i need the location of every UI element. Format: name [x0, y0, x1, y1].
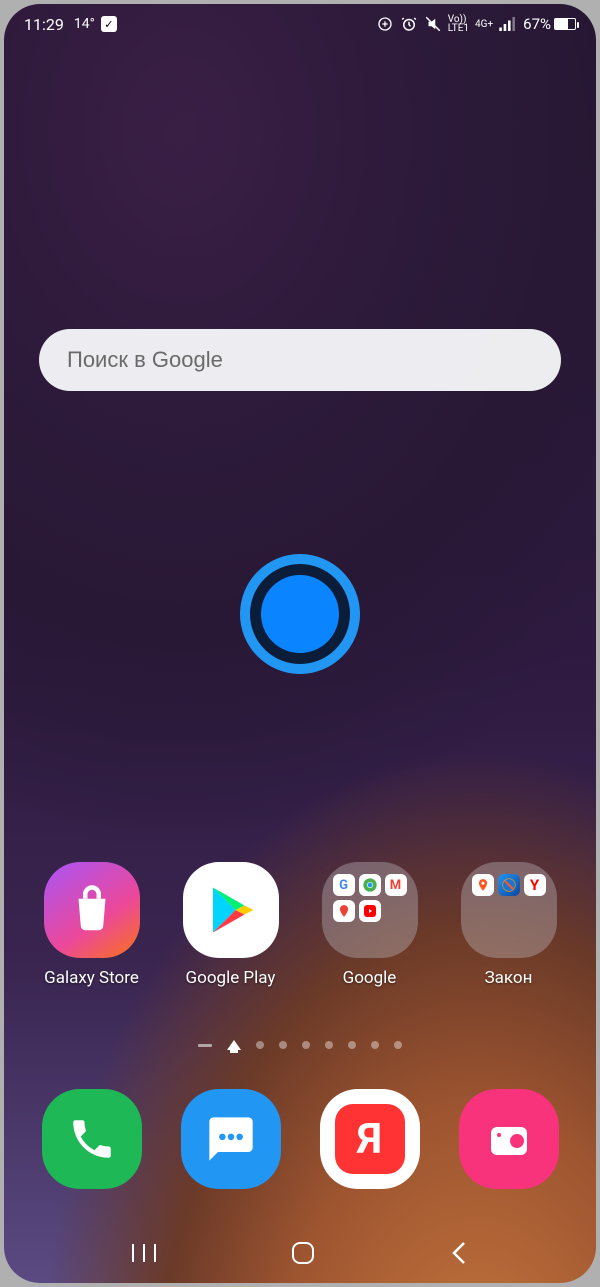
- google-play-icon: [183, 862, 279, 958]
- chrome-icon: [359, 874, 381, 896]
- messages-icon: [205, 1113, 257, 1165]
- mute-icon: [424, 15, 442, 33]
- page-dot[interactable]: [198, 1044, 212, 1047]
- page-dot[interactable]: [325, 1041, 333, 1049]
- page-indicator[interactable]: [4, 1040, 596, 1050]
- app-google-play[interactable]: Google Play: [166, 862, 296, 988]
- maps-icon: [333, 900, 355, 922]
- status-right: Vo)) LTE1 4G+ 67%: [376, 15, 576, 33]
- app-label: Galaxy Store: [44, 968, 139, 988]
- app-mini-icon: [472, 874, 494, 896]
- dock-yandex[interactable]: Я: [320, 1089, 420, 1189]
- nav-recents-button[interactable]: [131, 1242, 157, 1264]
- search-input[interactable]: [67, 347, 533, 373]
- data-saver-icon: [376, 15, 394, 33]
- page-dot[interactable]: [302, 1041, 310, 1049]
- folder-icon: Y: [461, 862, 557, 958]
- home-screen[interactable]: 11:29 14° ✓ Vo)) LTE1 4G+ 67%: [4, 4, 596, 1283]
- folder-google[interactable]: G M Google: [305, 862, 435, 988]
- google-search-widget[interactable]: [39, 329, 561, 391]
- app-row: Galaxy Store Google Play G M: [4, 862, 596, 988]
- google-g-icon: G: [333, 874, 355, 896]
- navigation-bar: [4, 1223, 596, 1283]
- camera-icon: [485, 1115, 533, 1163]
- page-dot[interactable]: [394, 1041, 402, 1049]
- page-dot[interactable]: [256, 1041, 264, 1049]
- app-mini-icon: [498, 874, 520, 896]
- app-galaxy-store[interactable]: Galaxy Store: [27, 862, 157, 988]
- battery-icon: [554, 18, 576, 30]
- app-label: Google Play: [186, 968, 276, 988]
- volte-bottom-label: LTE1: [448, 24, 469, 33]
- gmail-icon: M: [385, 874, 407, 896]
- folder-label: Закон: [485, 968, 533, 988]
- volte-indicator: Vo)) LTE1: [448, 15, 469, 33]
- status-temperature: 14°: [74, 16, 95, 32]
- dock-camera[interactable]: [459, 1089, 559, 1189]
- status-bar: 11:29 14° ✓ Vo)) LTE1 4G+ 67%: [4, 4, 596, 44]
- dock-phone[interactable]: [42, 1089, 142, 1189]
- page-dot[interactable]: [348, 1041, 356, 1049]
- empty-slot: [385, 900, 407, 922]
- signal-icon: [499, 15, 517, 33]
- folder-label: Google: [343, 968, 397, 988]
- galaxy-store-icon: [44, 862, 140, 958]
- battery-indicator: 67%: [523, 15, 576, 33]
- page-dot[interactable]: [279, 1041, 287, 1049]
- status-left: 11:29 14° ✓: [24, 15, 117, 34]
- yandex-mini-icon: Y: [524, 874, 546, 896]
- touch-indicator-icon: [250, 564, 350, 664]
- dock: Я: [4, 1089, 596, 1189]
- yandex-icon: Я: [335, 1104, 405, 1174]
- phone-icon: [67, 1114, 117, 1164]
- status-time: 11:29: [24, 15, 64, 34]
- page-dot[interactable]: [371, 1041, 379, 1049]
- youtube-icon: [359, 900, 381, 922]
- nav-back-button[interactable]: [449, 1240, 469, 1266]
- checkmark-notification-icon: ✓: [101, 16, 117, 32]
- folder-icon: G M: [322, 862, 418, 958]
- page-dot-current[interactable]: [227, 1040, 241, 1050]
- dock-messages[interactable]: [181, 1089, 281, 1189]
- folder-zakon[interactable]: Y Закон: [444, 862, 574, 988]
- battery-percentage: 67%: [523, 15, 551, 33]
- nav-home-button[interactable]: [290, 1240, 316, 1266]
- network-type: 4G+: [475, 20, 493, 29]
- alarm-icon: [400, 15, 418, 33]
